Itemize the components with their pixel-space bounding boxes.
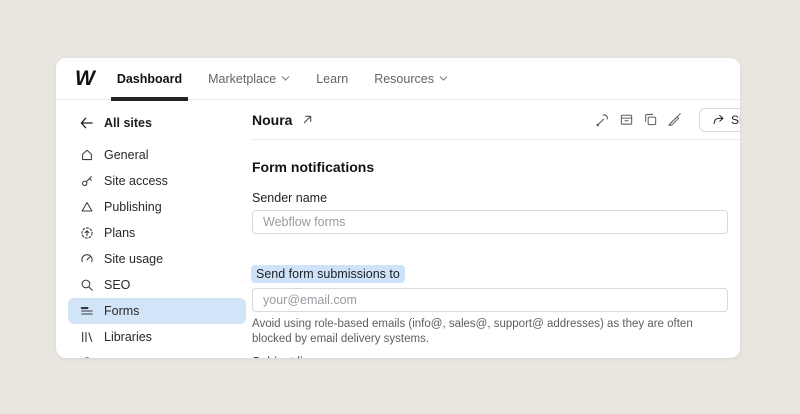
sidebar-item-label: Publishing — [104, 200, 162, 214]
open-site-arrow-icon[interactable] — [302, 114, 313, 125]
sender-name-input[interactable] — [252, 210, 728, 234]
arrow-left-icon — [80, 117, 93, 129]
duplicate-icon[interactable] — [643, 112, 658, 127]
circle-icon — [80, 356, 94, 358]
submissions-help-text: Avoid using role-based emails (info@, sa… — [252, 317, 722, 347]
dashboard-card: W Dashboard Marketplace Learn Resources — [56, 58, 740, 358]
sidebar-item-forms[interactable]: Forms — [68, 298, 246, 324]
sidebar-item-label: Site access — [104, 174, 168, 188]
nav-learn-label: Learn — [316, 72, 348, 86]
gauge-icon — [80, 252, 94, 266]
sidebar-item-libraries[interactable]: Libraries — [56, 324, 252, 350]
header-actions: Share — [595, 108, 740, 132]
home-icon — [80, 148, 94, 162]
sidebar-item-label: Site usage — [104, 252, 163, 266]
section-title: Form notifications — [252, 157, 728, 177]
share-arrow-icon — [712, 114, 725, 126]
nav-dashboard[interactable]: Dashboard — [117, 58, 182, 100]
nav-marketplace-label: Marketplace — [208, 72, 276, 86]
back-all-sites[interactable]: All sites — [56, 111, 252, 135]
sidebar-item-seo[interactable]: SEO — [56, 272, 252, 298]
send-submissions-label: Send form submissions to — [251, 265, 405, 283]
archive-icon[interactable] — [619, 112, 634, 127]
back-all-sites-label: All sites — [104, 116, 152, 130]
form-lines-icon — [80, 304, 94, 318]
sidebar-item-plans[interactable]: Plans — [56, 220, 252, 246]
no-edit-icon[interactable] — [667, 112, 682, 127]
share-button[interactable]: Share — [699, 108, 740, 132]
wrench-icon[interactable] — [595, 112, 610, 127]
top-navigation: W Dashboard Marketplace Learn Resources — [56, 58, 740, 100]
sidebar-item-publishing[interactable]: Publishing — [56, 194, 252, 220]
publish-icon — [80, 200, 94, 214]
site-header: Noura — [252, 100, 740, 140]
key-icon — [80, 174, 94, 188]
nav-resources[interactable]: Resources — [374, 58, 448, 100]
sidebar-item-partial[interactable] — [56, 350, 252, 358]
sidebar-list: General Site access Publishing — [56, 142, 252, 358]
sidebar-item-label: SEO — [104, 278, 130, 292]
sidebar-item-site-usage[interactable]: Site usage — [56, 246, 252, 272]
chevron-down-icon — [439, 75, 448, 82]
submissions-email-input[interactable] — [252, 288, 728, 312]
nav-resources-label: Resources — [374, 72, 434, 86]
sidebar-item-general[interactable]: General — [56, 142, 252, 168]
sidebar-item-label: Plans — [104, 226, 135, 240]
sidebar-item-label: General — [104, 148, 148, 162]
sender-name-label: Sender name — [252, 190, 728, 206]
settings-sidebar: All sites General Site access — [56, 100, 252, 358]
chevron-down-icon — [281, 75, 290, 82]
webflow-logo-icon[interactable]: W — [75, 68, 93, 89]
search-icon — [80, 278, 94, 292]
nav-learn[interactable]: Learn — [316, 58, 348, 100]
sidebar-item-label: Forms — [104, 304, 139, 318]
share-button-label: Share — [731, 113, 740, 127]
nav-marketplace[interactable]: Marketplace — [208, 58, 290, 100]
arrow-up-circle-icon — [80, 226, 94, 240]
library-icon — [80, 330, 94, 344]
sidebar-item-site-access[interactable]: Site access — [56, 168, 252, 194]
sidebar-item-label: Libraries — [104, 330, 152, 344]
nav-dashboard-label: Dashboard — [117, 72, 182, 86]
subject-line-label: Subject line — [252, 354, 728, 358]
main-content: Noura — [252, 100, 740, 358]
site-name: Noura — [252, 112, 292, 128]
